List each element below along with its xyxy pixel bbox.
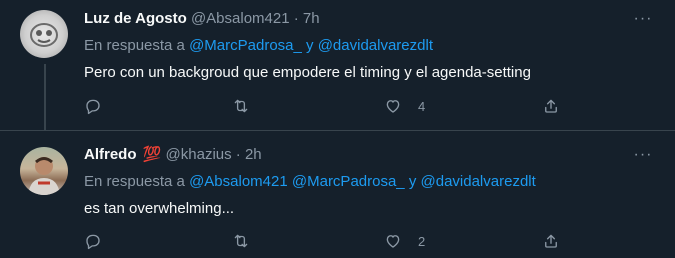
tweet[interactable]: Alfredo 💯 @khazius · 2h ··· En respuesta… [0,130,675,258]
heart-icon [386,235,400,248]
tweet-text: Pero con un backgroud que empodere el ti… [84,64,531,81]
mention-link[interactable]: @davidalvarezdlt [318,37,433,54]
tweet[interactable]: Luz de Agosto @Absalom421 · 7h ··· En re… [0,0,675,130]
hundred-points-icon: 💯 [142,146,162,163]
share-button[interactable] [542,94,560,118]
share-icon [545,99,557,113]
like-button[interactable]: 4 [384,94,425,118]
retweet-button[interactable] [232,229,250,253]
share-icon [545,234,557,248]
mention-link[interactable]: @MarcPadrosa_ [292,173,405,190]
retweet-icon [234,99,248,113]
tweet-text: es tan overwhelming... [84,200,235,217]
reply-prefix: En respuesta a [84,37,185,54]
avatar[interactable] [20,10,68,58]
share-button[interactable] [542,229,560,253]
user-handle[interactable]: @Absalom421 [191,10,290,27]
tweet-header: Luz de Agosto @Absalom421 · 7h [84,9,320,29]
mention-conjunction[interactable]: y [409,173,417,190]
separator: · [235,146,241,163]
display-name[interactable]: Luz de Agosto [84,10,187,27]
retweet-icon [234,234,248,248]
mention-link[interactable]: @Absalom421 [189,173,288,190]
like-count: 2 [418,233,426,249]
reply-button[interactable] [84,229,102,253]
reply-prefix: En respuesta a [84,173,185,190]
heart-icon [386,100,400,113]
reply-context: En respuesta a @Absalom421 @MarcPadrosa_… [84,172,536,192]
like-count: 4 [418,98,426,114]
thread-line [44,64,46,130]
more-icon[interactable]: ··· [633,9,653,29]
user-handle[interactable]: @khazius [166,146,232,163]
reply-icon [86,99,100,115]
display-name[interactable]: Alfredo [84,146,137,163]
more-icon[interactable]: ··· [633,145,653,165]
mention-link[interactable]: @MarcPadrosa_ [189,37,302,54]
reply-button[interactable] [84,94,102,118]
tweet-header: Alfredo 💯 @khazius · 2h [84,145,262,165]
mention-link[interactable]: @davidalvarezdlt [421,173,536,190]
reply-icon [86,234,100,250]
action-bar: 4 [84,94,564,118]
separator: · [293,10,299,27]
avatar-person-icon [28,157,60,195]
timestamp[interactable]: 7h [303,10,320,27]
like-button[interactable]: 2 [384,229,425,253]
retweet-button[interactable] [232,94,250,118]
timestamp[interactable]: 2h [245,146,262,163]
avatar-mask-icon [30,23,58,47]
mention-conjunction[interactable]: y [306,37,314,54]
avatar[interactable] [20,147,68,195]
reply-context: En respuesta a @MarcPadrosa_ y @davidalv… [84,36,433,56]
action-bar: 2 [84,229,564,253]
